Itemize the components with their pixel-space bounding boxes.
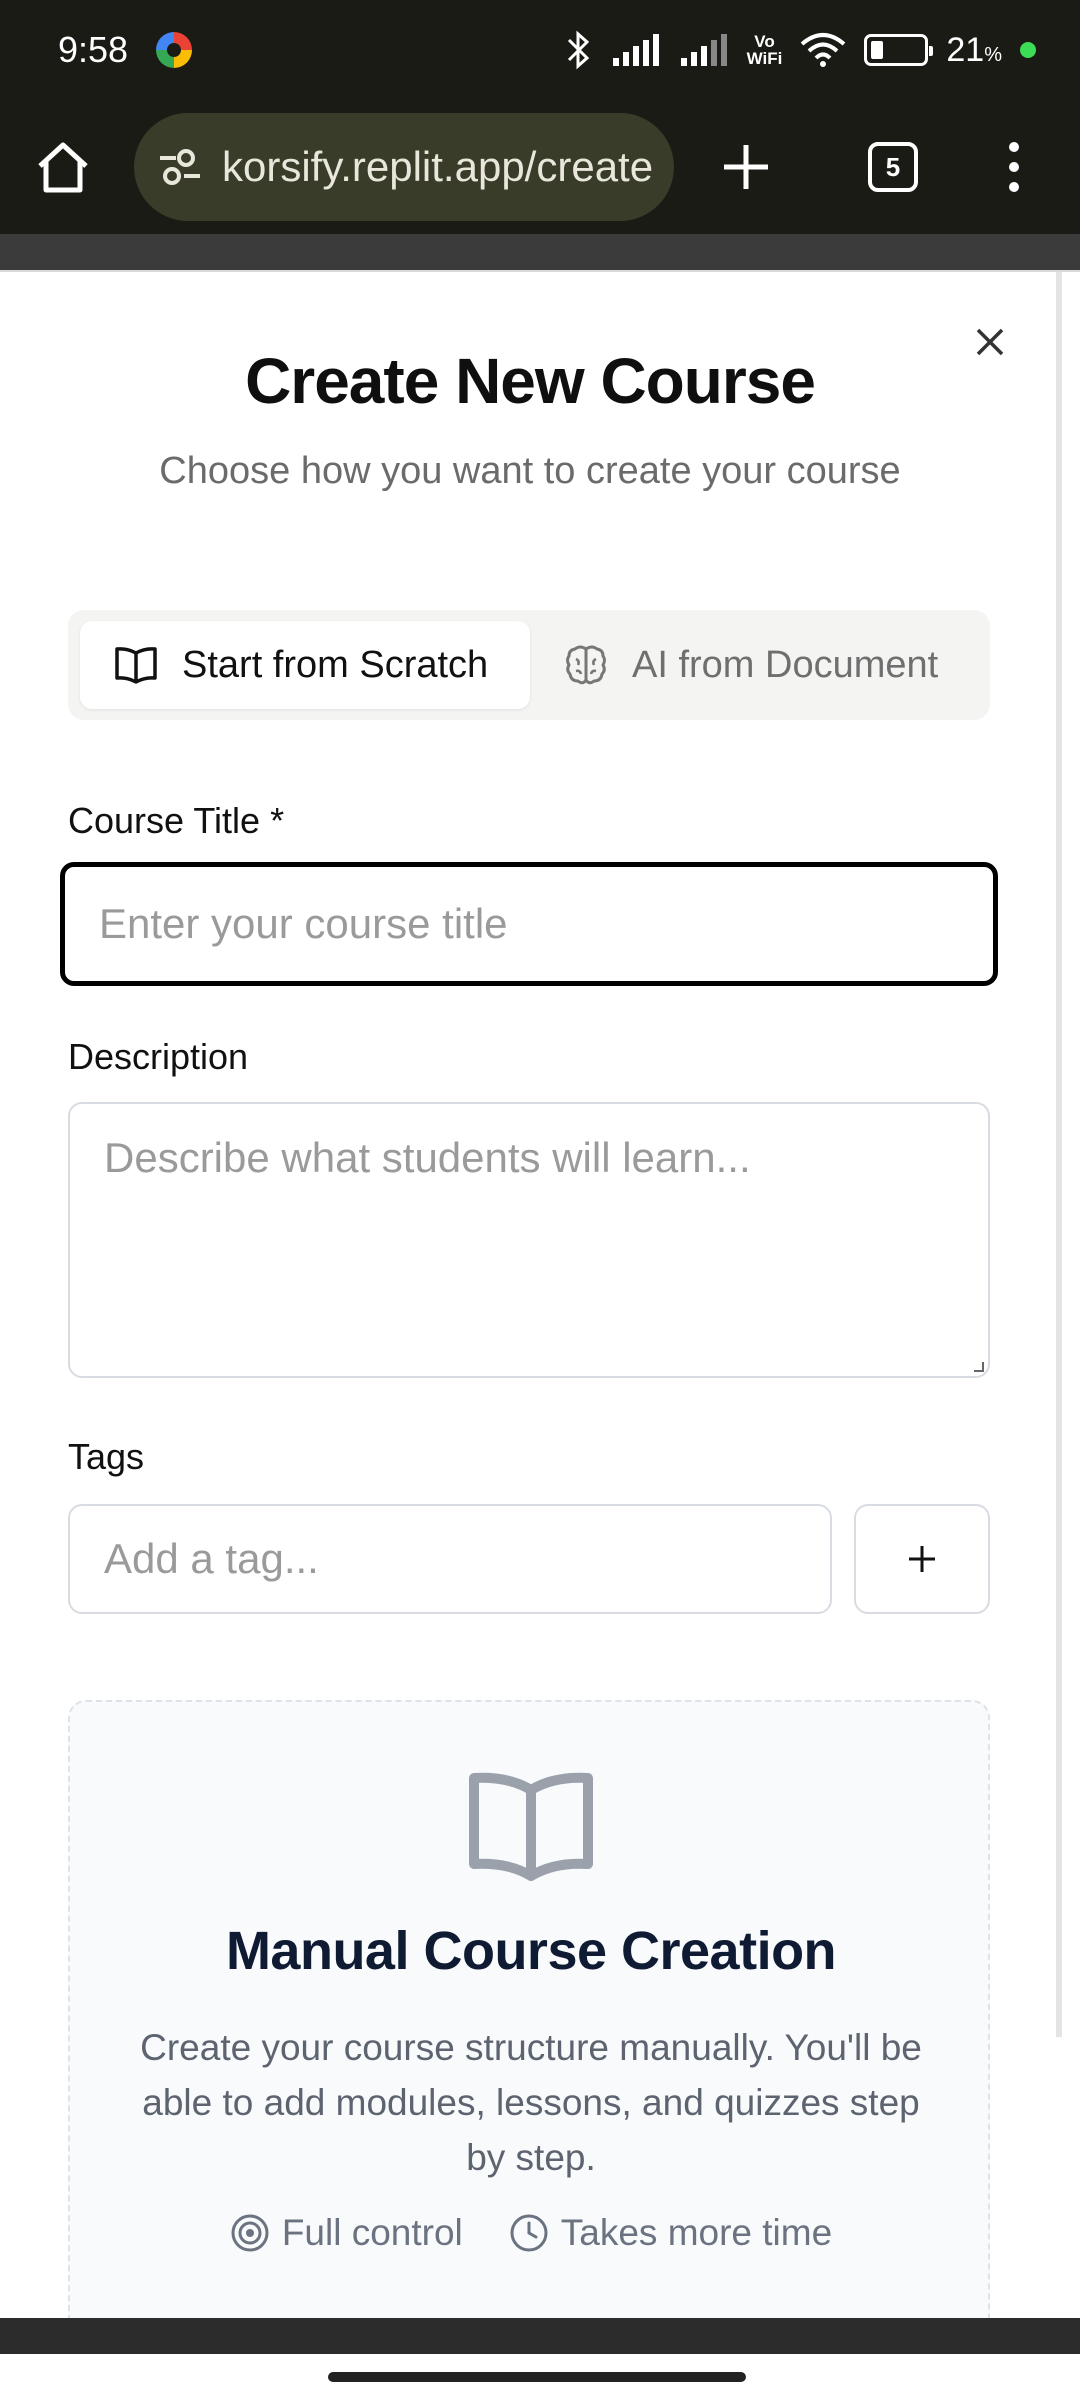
modal-title: Create New Course <box>245 345 816 417</box>
scrollbar[interactable] <box>1056 272 1062 2037</box>
target-icon <box>231 2214 269 2252</box>
feature-label: Takes more time <box>560 2212 833 2253</box>
google-photos-icon <box>156 32 193 68</box>
create-course-modal: Create New Course Choose how you want to… <box>0 270 1080 2340</box>
card-description: Create your course structure manually. Y… <box>140 2027 922 2178</box>
battery-icon <box>864 34 934 66</box>
signal-icon-1 <box>612 34 659 66</box>
description-placeholder: Describe what students will learn... <box>104 1134 751 1181</box>
tab-switcher-icon: 5 <box>868 142 918 192</box>
course-title-placeholder: Enter your course title <box>99 900 508 947</box>
description-textarea[interactable]: Describe what students will learn... <box>68 1102 990 1378</box>
navigation-bar <box>0 2318 1080 2400</box>
resize-handle[interactable] <box>974 1362 984 1372</box>
book-open-icon <box>469 1772 593 1881</box>
status-time: 9:58 <box>58 29 129 70</box>
tab-switcher-button[interactable]: 5 <box>868 142 918 192</box>
home-button[interactable] <box>34 138 92 196</box>
book-open-icon <box>115 647 157 684</box>
battery-unit: % <box>984 43 1002 66</box>
tab-label: AI from Document <box>632 643 939 686</box>
tab-start-from-scratch[interactable]: Start from Scratch <box>80 621 530 709</box>
home-icon <box>38 142 88 193</box>
tags-label: Tags <box>68 1436 145 1477</box>
brain-icon <box>566 645 606 685</box>
url-bar[interactable]: korsify.replit.app/create <box>134 113 674 221</box>
status-bar: 9:58 Vo WiFi 21% <box>0 0 1080 100</box>
wifi-icon <box>801 33 846 67</box>
gesture-home-pill[interactable] <box>328 2372 746 2382</box>
browser-toolbar: korsify.replit.app/create 5 <box>0 100 1080 234</box>
tab-label: Start from Scratch <box>182 643 489 686</box>
course-title-label: Course Title * <box>68 800 285 841</box>
course-title-input[interactable]: Enter your course title <box>60 862 998 986</box>
tune-icon[interactable] <box>158 147 202 187</box>
creation-mode-tabs: Start from Scratch AI from Document <box>68 610 990 720</box>
new-tab-button[interactable] <box>720 141 772 193</box>
manual-course-card: Manual Course Creation Create your cours… <box>68 1700 990 2340</box>
page-background-strip <box>0 234 1080 270</box>
page-bottom-strip <box>0 2318 1080 2354</box>
bluetooth-icon <box>567 30 589 70</box>
tab-ai-from-document[interactable]: AI from Document <box>530 621 972 709</box>
add-tag-button[interactable] <box>854 1504 990 1614</box>
tag-placeholder: Add a tag... <box>104 1535 319 1582</box>
feature-full-control: Full control <box>230 2212 463 2254</box>
modal-subtitle: Choose how you want to create your cours… <box>159 450 901 492</box>
signal-icon-2 <box>680 34 727 66</box>
card-title: Manual Course Creation <box>225 1921 837 1981</box>
kebab-menu-icon <box>1009 142 1019 192</box>
url-text: korsify.replit.app/create <box>222 143 654 190</box>
tag-input[interactable]: Add a tag... <box>68 1504 832 1614</box>
battery-level: 21 <box>946 30 985 69</box>
vowifi-indicator: Vo WiFi <box>746 32 783 68</box>
privacy-indicator-dot <box>1020 42 1036 58</box>
description-label: Description <box>68 1036 249 1077</box>
feature-list: Full control Takes more time <box>70 2212 992 2254</box>
plus-icon <box>724 145 768 189</box>
menu-button[interactable] <box>1006 141 1022 193</box>
clock-icon <box>510 2214 548 2252</box>
plus-icon <box>909 1546 935 1572</box>
feature-label: Full control <box>281 2212 463 2253</box>
feature-takes-more-time: Takes more time <box>509 2212 832 2254</box>
